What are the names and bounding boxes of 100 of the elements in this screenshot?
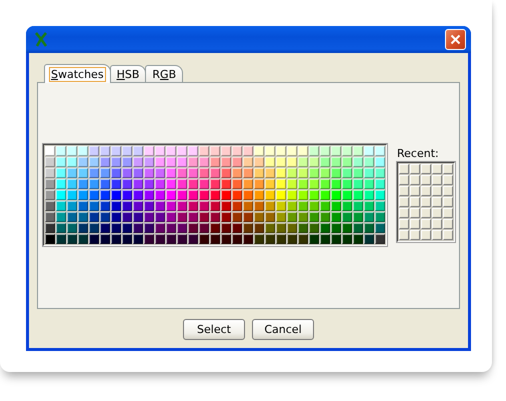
recent-swatch[interactable] — [410, 219, 420, 229]
color-swatch[interactable] — [188, 234, 198, 244]
recent-swatch[interactable] — [410, 197, 420, 207]
color-swatch[interactable] — [166, 168, 176, 178]
color-swatch[interactable] — [155, 146, 165, 156]
color-swatch[interactable] — [342, 146, 352, 156]
color-swatch[interactable] — [89, 223, 99, 233]
color-swatch[interactable] — [364, 146, 374, 156]
color-swatch[interactable] — [309, 212, 319, 222]
color-swatch[interactable] — [232, 146, 242, 156]
recent-swatch[interactable] — [399, 219, 409, 229]
color-swatch[interactable] — [67, 179, 77, 189]
color-swatch[interactable] — [45, 212, 55, 222]
color-swatch[interactable] — [122, 168, 132, 178]
color-swatch[interactable] — [177, 223, 187, 233]
recent-swatch[interactable] — [443, 175, 453, 185]
color-swatch[interactable] — [364, 223, 374, 233]
color-swatch[interactable] — [78, 234, 88, 244]
color-swatch[interactable] — [265, 190, 275, 200]
color-swatch[interactable] — [144, 146, 154, 156]
color-swatch[interactable] — [287, 190, 297, 200]
color-swatch[interactable] — [111, 190, 121, 200]
color-swatch[interactable] — [232, 190, 242, 200]
color-swatch[interactable] — [78, 212, 88, 222]
color-swatch[interactable] — [67, 201, 77, 211]
recent-swatch[interactable] — [421, 219, 431, 229]
color-swatch[interactable] — [188, 201, 198, 211]
color-swatch[interactable] — [276, 223, 286, 233]
color-swatch[interactable] — [67, 223, 77, 233]
color-swatch[interactable] — [375, 179, 385, 189]
color-swatch[interactable] — [166, 212, 176, 222]
color-swatch[interactable] — [177, 157, 187, 167]
color-swatch[interactable] — [56, 157, 66, 167]
color-swatch[interactable] — [166, 223, 176, 233]
color-swatch[interactable] — [122, 157, 132, 167]
color-swatch[interactable] — [67, 190, 77, 200]
color-swatch[interactable] — [375, 201, 385, 211]
color-swatch[interactable] — [133, 157, 143, 167]
color-swatch[interactable] — [177, 146, 187, 156]
color-swatch[interactable] — [375, 190, 385, 200]
color-swatch[interactable] — [210, 179, 220, 189]
color-swatch[interactable] — [89, 146, 99, 156]
color-swatch[interactable] — [199, 146, 209, 156]
color-swatch[interactable] — [254, 234, 264, 244]
color-swatch[interactable] — [210, 201, 220, 211]
color-swatch[interactable] — [56, 168, 66, 178]
color-swatch[interactable] — [111, 212, 121, 222]
color-swatch[interactable] — [309, 234, 319, 244]
color-swatch[interactable] — [100, 157, 110, 167]
color-swatch[interactable] — [232, 212, 242, 222]
color-swatch[interactable] — [199, 234, 209, 244]
color-swatch[interactable] — [45, 190, 55, 200]
color-swatch[interactable] — [111, 201, 121, 211]
color-swatch[interactable] — [78, 179, 88, 189]
color-swatch[interactable] — [342, 157, 352, 167]
color-swatch[interactable] — [133, 201, 143, 211]
color-swatch[interactable] — [188, 168, 198, 178]
color-swatch[interactable] — [353, 190, 363, 200]
tab[interactable]: RGB — [145, 65, 184, 82]
color-swatch[interactable] — [276, 168, 286, 178]
color-swatch[interactable] — [298, 190, 308, 200]
recent-swatch[interactable] — [443, 186, 453, 196]
color-swatch[interactable] — [111, 168, 121, 178]
recent-swatch[interactable] — [443, 197, 453, 207]
color-swatch[interactable] — [221, 201, 231, 211]
color-swatch[interactable] — [375, 146, 385, 156]
color-swatch[interactable] — [166, 179, 176, 189]
color-swatch[interactable] — [111, 223, 121, 233]
color-swatch[interactable] — [232, 234, 242, 244]
color-swatch[interactable] — [265, 168, 275, 178]
color-swatch[interactable] — [254, 201, 264, 211]
color-swatch[interactable] — [298, 212, 308, 222]
dialog-button[interactable]: Select — [183, 319, 245, 340]
color-swatch[interactable] — [67, 212, 77, 222]
color-swatch[interactable] — [254, 190, 264, 200]
color-swatch[interactable] — [243, 157, 253, 167]
color-swatch[interactable] — [265, 212, 275, 222]
color-swatch[interactable] — [375, 168, 385, 178]
color-swatch[interactable] — [78, 190, 88, 200]
color-swatch[interactable] — [243, 190, 253, 200]
tab[interactable]: HSB — [110, 65, 146, 82]
color-swatch[interactable] — [199, 190, 209, 200]
recent-swatch[interactable] — [410, 186, 420, 196]
color-swatch[interactable] — [56, 179, 66, 189]
color-swatch[interactable] — [100, 223, 110, 233]
color-swatch[interactable] — [144, 212, 154, 222]
color-swatch[interactable] — [265, 179, 275, 189]
recent-swatch[interactable] — [410, 164, 420, 174]
color-swatch[interactable] — [353, 201, 363, 211]
color-swatch[interactable] — [199, 168, 209, 178]
color-swatch[interactable] — [155, 157, 165, 167]
color-swatch[interactable] — [287, 168, 297, 178]
color-swatch[interactable] — [89, 168, 99, 178]
recent-swatch[interactable] — [432, 175, 442, 185]
color-swatch[interactable] — [188, 157, 198, 167]
color-swatch[interactable] — [89, 179, 99, 189]
color-swatch[interactable] — [177, 179, 187, 189]
color-swatch[interactable] — [133, 190, 143, 200]
color-swatch[interactable] — [111, 179, 121, 189]
color-swatch[interactable] — [111, 157, 121, 167]
